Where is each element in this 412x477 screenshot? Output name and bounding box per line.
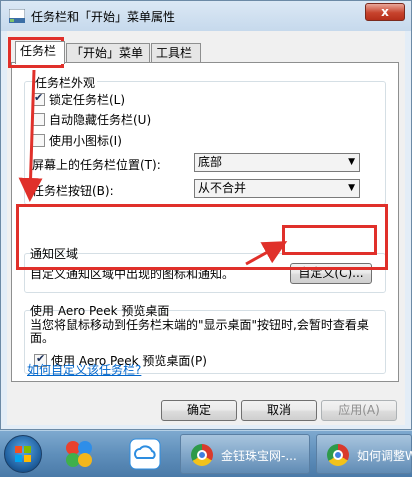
chrome-icon: [191, 444, 213, 466]
tab-toolbars[interactable]: 工具栏: [151, 43, 201, 63]
window-title: 任务栏和「开始」菜单属性: [31, 10, 176, 24]
taskbar-app-chrome-1[interactable]: 金钰珠宝网-...: [180, 434, 310, 474]
taskbar-position-value: 底部: [198, 155, 223, 169]
small-icons-option[interactable]: 使用小图标(I): [32, 132, 122, 149]
lock-taskbar-label: 锁定任务栏(L): [49, 93, 126, 107]
taskbar-buttons-label: 任务栏按钮(B):: [32, 184, 114, 198]
taskbar-position-select[interactable]: 底部 ▼: [194, 153, 360, 172]
cloud-sync-icon[interactable]: [128, 437, 162, 471]
tab-strip: 任务栏 「开始」菜单 工具栏: [11, 41, 401, 64]
tab-taskbar[interactable]: 任务栏: [15, 41, 65, 64]
taskbar-properties-icon: [9, 9, 25, 23]
taskbar-app-label: 金钰珠宝网-...: [221, 449, 297, 463]
customize-highlight-box: [282, 225, 377, 255]
taskbar-buttons-select[interactable]: 从不合并 ▼: [194, 179, 360, 198]
autohide-label: 自动隐藏任务栏(U): [49, 113, 152, 127]
taskbar-position-label: 屏幕上的任务栏位置(T):: [32, 158, 161, 172]
baidu-browser-icon[interactable]: [62, 437, 96, 471]
lock-taskbar-checkbox[interactable]: [32, 91, 45, 106]
help-link[interactable]: 如何自定义该任务栏?: [27, 361, 141, 378]
cancel-button[interactable]: 取消: [241, 400, 317, 421]
chevron-down-icon: ▼: [348, 183, 355, 193]
aero-peek-group-title: 使用 Aero Peek 预览桌面: [30, 304, 170, 318]
appearance-group-title: 任务栏外观: [33, 74, 98, 91]
ok-button[interactable]: 确定: [161, 400, 237, 421]
aero-peek-description: 当您将鼠标移动到任务栏末端的"显示桌面"按钮时,会暂时查看桌面。: [30, 318, 369, 345]
start-button[interactable]: [4, 435, 42, 473]
windows-taskbar: 金钰珠宝网-... 如何调整Wi: [0, 430, 412, 477]
tab-start-menu[interactable]: 「开始」菜单: [66, 43, 150, 63]
chrome-icon: [327, 444, 349, 466]
taskbar-buttons-value: 从不合并: [198, 181, 247, 195]
small-icons-label: 使用小图标(I): [49, 134, 122, 148]
chevron-down-icon: ▼: [348, 157, 355, 167]
lock-taskbar-option[interactable]: 锁定任务栏(L): [32, 91, 125, 108]
taskbar-app-chrome-2[interactable]: 如何调整Wi: [316, 434, 412, 474]
title-bar[interactable]: 任务栏和「开始」菜单属性 x: [1, 1, 411, 31]
close-button[interactable]: x: [365, 3, 405, 21]
small-icons-checkbox[interactable]: [32, 134, 45, 147]
autohide-option[interactable]: 自动隐藏任务栏(U): [32, 111, 151, 128]
taskbar-app-label: 如何调整Wi: [357, 449, 412, 463]
apply-button[interactable]: 应用(A): [321, 400, 397, 421]
close-icon: x: [381, 5, 389, 19]
autohide-checkbox[interactable]: [32, 113, 45, 126]
windows-logo-icon: [15, 446, 31, 462]
